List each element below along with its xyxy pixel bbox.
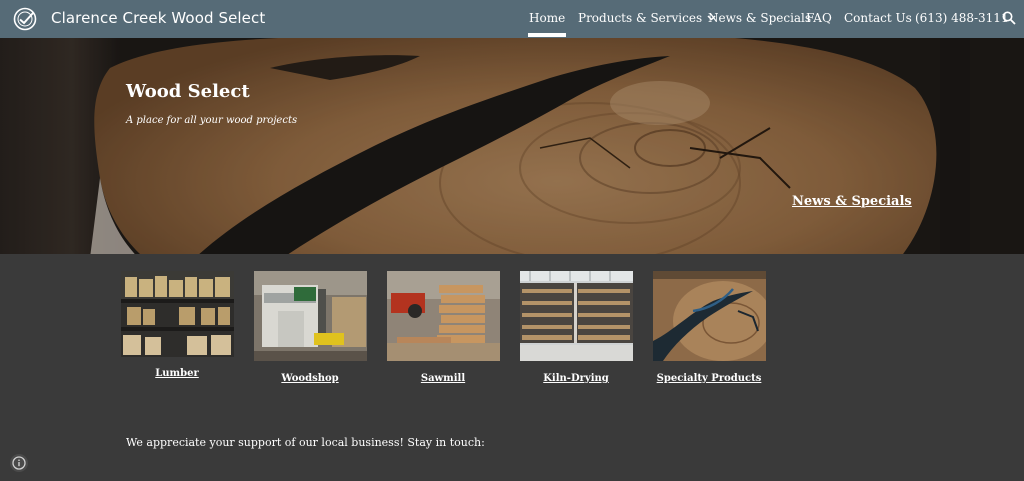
card-woodshop-image[interactable] [254,271,367,361]
search-icon[interactable] [1002,11,1016,25]
hero-overlay [0,38,1024,254]
card-lumber-image[interactable] [121,271,234,357]
card-sawmill-image[interactable] [387,271,500,361]
card-kiln-drying-image[interactable] [520,271,633,361]
hero-subtitle: A place for all your wood projects [126,115,298,126]
nav-home[interactable]: Home [527,11,567,37]
nav-products-services[interactable]: Products & Services [578,11,716,25]
card-kiln-drying-link[interactable]: Kiln-Drying [543,373,609,384]
site-info-button[interactable] [10,454,28,472]
hero-banner: Wood Select A place for all your wood pr… [0,38,1024,254]
nav-faq[interactable]: FAQ [806,11,832,25]
card-lumber-link[interactable]: Lumber [155,368,199,379]
support-message: We appreciate your support of our local … [126,436,485,449]
card-specialty-products-image[interactable] [653,271,766,361]
nav-products-services-label: Products & Services [578,11,703,25]
nav-news-specials[interactable]: News & Specials [708,11,811,25]
main-nav: Home Products & Services News & Specials… [0,0,1024,38]
hero-news-specials-link[interactable]: News & Specials [792,194,912,209]
nav-contact-us[interactable]: Contact Us [844,11,912,25]
card-woodshop-link[interactable]: Woodshop [281,373,338,384]
hero-title: Wood Select [126,81,250,102]
info-icon [12,456,26,470]
top-navigation-bar: Clarence Creek Wood Select Home Products… [0,0,1024,38]
card-sawmill-link[interactable]: Sawmill [421,373,465,384]
nav-phone[interactable]: (613) 488-3111 [915,11,1009,25]
card-specialty-products-link[interactable]: Specialty Products [657,373,762,384]
